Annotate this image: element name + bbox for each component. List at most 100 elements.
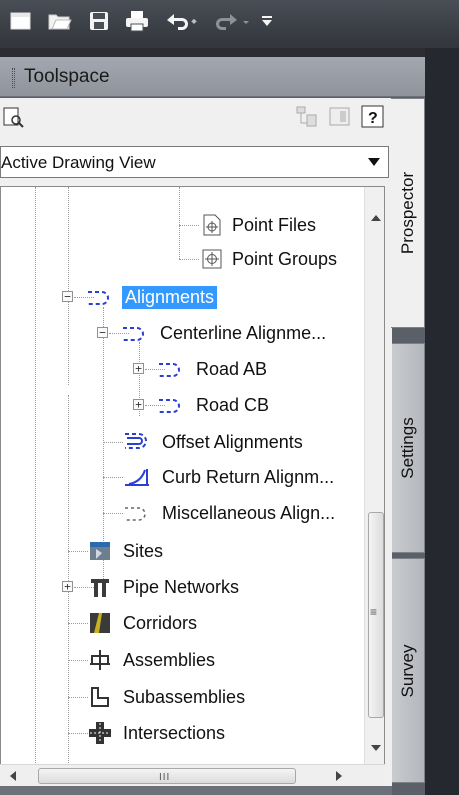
tree-item-centerline-alignments[interactable]: Centerline Alignme... — [121, 316, 329, 350]
item-view-icon[interactable] — [295, 105, 319, 134]
scroll-down-icon[interactable] — [371, 745, 381, 751]
tree-item-label: Point Groups — [232, 248, 338, 269]
scroll-right-icon[interactable] — [336, 771, 342, 781]
scroll-thumb-grip: III — [159, 772, 171, 783]
expand-toggle-road-ab[interactable]: + — [133, 363, 144, 374]
workspace-background — [425, 48, 459, 795]
dropdown-arrow-icon[interactable] — [368, 158, 380, 166]
tab-label: Survey — [398, 644, 417, 697]
tree-line — [179, 225, 199, 226]
offset-alignment-icon — [125, 433, 147, 449]
vertical-scroll-thumb[interactable]: ≡ — [368, 512, 384, 718]
horizontal-scroll-thumb[interactable]: III — [38, 768, 296, 784]
tree-line — [35, 187, 36, 785]
curb-return-alignment-icon — [125, 469, 149, 486]
list-view-icon[interactable] — [328, 105, 352, 134]
tree-item-label: Corridors — [123, 612, 198, 633]
tree-line — [68, 551, 88, 552]
vertical-scrollbar[interactable]: ≡ — [364, 187, 384, 764]
tree-item-point-files[interactable]: Point Files — [201, 208, 319, 242]
assemblies-icon — [90, 650, 110, 670]
tree-item-label: Alignments — [122, 285, 218, 309]
svg-text:?: ? — [368, 110, 378, 127]
tree-line — [179, 259, 199, 260]
help-icon[interactable]: ? — [361, 105, 385, 134]
scroll-left-icon[interactable] — [10, 771, 16, 781]
scroll-thumb-grip: ≡ — [370, 605, 378, 619]
tree-line — [68, 187, 69, 385]
tree-item-label: Centerline Alignme... — [160, 322, 327, 343]
tree-item-road-ab[interactable]: Road AB — [157, 352, 270, 386]
tree-item-label: Road AB — [196, 358, 268, 379]
tree-item-point-groups[interactable]: Point Groups — [201, 242, 340, 276]
palette-tabs: Prospector Settings Survey — [391, 98, 425, 795]
scroll-up-icon[interactable] — [371, 215, 381, 221]
undo-icon[interactable] — [162, 8, 202, 34]
expand-toggle-pipe-networks[interactable]: + — [62, 581, 73, 592]
tree-item-label: Pipe Networks — [123, 576, 240, 597]
alignment-icon — [159, 399, 180, 413]
panel-toolbar: ? — [0, 98, 392, 138]
new-icon[interactable] — [8, 8, 34, 34]
expand-toggle-road-cb[interactable]: + — [133, 399, 144, 410]
misc-alignment-icon — [125, 507, 146, 521]
palette-bottom-edge — [0, 786, 392, 795]
sites-icon — [90, 542, 110, 560]
tree-item-label: Miscellaneous Align... — [162, 502, 336, 523]
point-groups-icon — [202, 249, 222, 269]
tree-item-curb-return-alignments[interactable]: Curb Return Alignm... — [123, 460, 337, 494]
tab-prospector[interactable]: Prospector — [391, 98, 425, 328]
customize-dropdown-icon[interactable] — [258, 8, 276, 34]
subassemblies-icon — [91, 687, 109, 707]
view-selector-value: Active Drawing View — [1, 153, 156, 172]
tree-item-offset-alignments[interactable]: Offset Alignments — [123, 425, 306, 459]
tree-item-alignments[interactable]: Alignments — [86, 280, 218, 314]
collapse-toggle-centerline[interactable]: − — [97, 327, 108, 338]
collapse-toggle-alignments[interactable]: − — [62, 291, 73, 302]
horizontal-scrollbar[interactable]: III — [0, 764, 385, 786]
print-icon[interactable] — [122, 8, 152, 34]
tree-item-label: Curb Return Alignm... — [162, 466, 335, 487]
tree-item-label: Offset Alignments — [162, 431, 303, 452]
tree-line — [68, 660, 88, 661]
palette-title-bar[interactable]: Toolspace — [0, 57, 425, 97]
tab-settings[interactable]: Settings — [392, 343, 425, 553]
tree-line — [103, 442, 123, 443]
tree-item-road-cb[interactable]: Road CB — [157, 388, 272, 422]
pipe-networks-icon — [91, 579, 109, 597]
prospector-panel: ? Active Drawing View − − + + + Point Fi… — [0, 98, 392, 795]
quick-access-toolbar — [0, 0, 459, 48]
grip-handle-icon[interactable] — [12, 68, 15, 88]
tree-item-intersections[interactable]: Intersections — [88, 716, 228, 750]
tree-item-label: Road CB — [196, 394, 270, 415]
tree-item-assemblies[interactable]: Assemblies — [88, 643, 218, 677]
tree-item-pipe-networks[interactable]: Pipe Networks — [88, 570, 242, 604]
corridors-icon — [90, 613, 110, 633]
save-icon[interactable] — [86, 8, 112, 34]
alignment-icon — [123, 327, 144, 341]
tree-item-sites[interactable]: Sites — [88, 534, 166, 568]
redo-icon[interactable] — [214, 8, 254, 34]
point-files-icon — [203, 214, 221, 236]
preview-icon[interactable] — [2, 105, 26, 134]
tree-line — [103, 477, 123, 478]
tree-item-label: Intersections — [123, 722, 226, 743]
palette-title: Toolspace — [24, 66, 110, 87]
tab-label: Settings — [398, 417, 417, 479]
tree-line — [68, 623, 88, 624]
view-selector-dropdown[interactable]: Active Drawing View — [0, 146, 389, 178]
tree-line — [179, 187, 180, 259]
tree-item-subassemblies[interactable]: Subassemblies — [88, 680, 248, 714]
tree-item-corridors[interactable]: Corridors — [88, 606, 200, 640]
tree-line — [68, 733, 88, 734]
tree-item-label: Point Files — [232, 214, 317, 235]
tree-item-miscellaneous-alignments[interactable]: Miscellaneous Align... — [123, 496, 338, 530]
prospector-tree: − − + + + Point Files Point Groups Align… — [0, 186, 385, 786]
open-icon[interactable] — [46, 8, 74, 34]
tree-item-label: Sites — [123, 540, 164, 561]
tree-item-label: Subassemblies — [123, 686, 246, 707]
tree-line — [68, 697, 88, 698]
alignment-icon — [88, 291, 109, 305]
tab-survey[interactable]: Survey — [392, 558, 425, 783]
tree-line — [103, 513, 123, 514]
